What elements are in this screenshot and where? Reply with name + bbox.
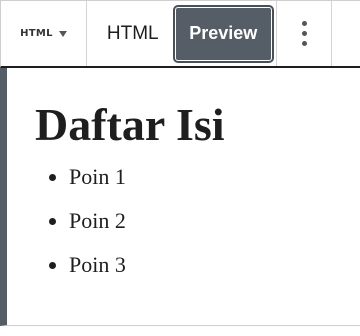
block-toolbar: HTML HTML Preview [0, 0, 360, 68]
preview-list: Poin 1 Poin 2 Poin 3 [35, 164, 360, 278]
block-switcher-label: HTML [20, 28, 53, 39]
preview-area: Daftar Isi Poin 1 Poin 2 Poin 3 [0, 68, 360, 326]
preview-heading: Daftar Isi [35, 99, 225, 150]
kebab-vertical-icon [301, 21, 307, 46]
tab-html[interactable]: HTML [91, 7, 175, 61]
tab-preview[interactable]: Preview [174, 6, 272, 61]
block-switcher-button[interactable]: HTML [1, 1, 87, 66]
chevron-down-icon [58, 31, 67, 37]
more-options-button[interactable] [277, 1, 332, 66]
html-block-editor: HTML HTML Preview Daftar Isi Poin 1 Poin… [0, 0, 360, 336]
list-item: Poin 1 [69, 164, 360, 190]
html-preview-toggle: HTML Preview [87, 1, 277, 66]
list-item: Poin 2 [69, 208, 360, 234]
list-item: Poin 3 [69, 252, 360, 278]
